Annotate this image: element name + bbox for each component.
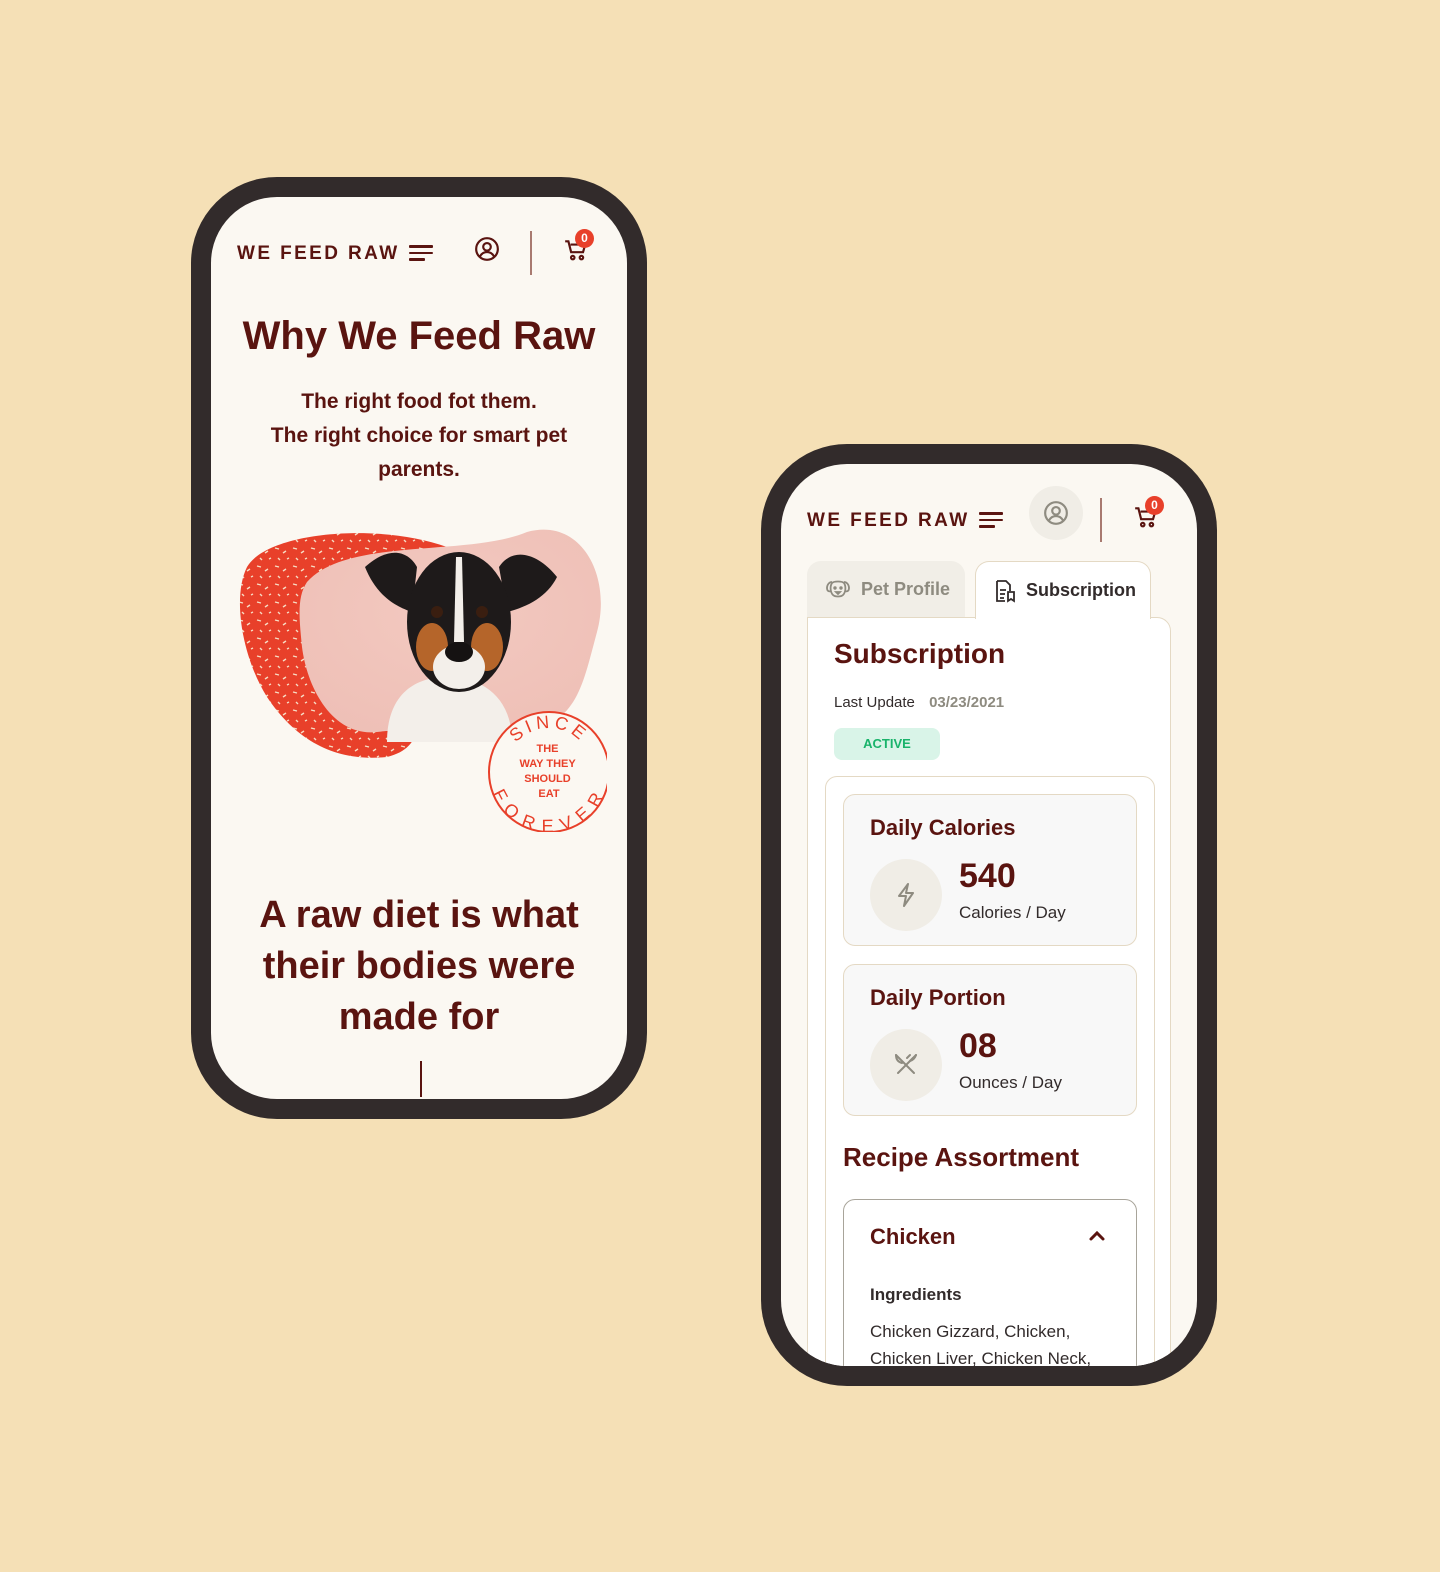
status-badge: ACTIVE [834,728,940,760]
stamp-line: WAY THEY [519,758,576,770]
nav-divider [1100,498,1102,542]
last-update-label: Last Update [834,694,915,711]
menu-icon[interactable] [409,245,433,261]
cart-count-badge: 0 [575,229,594,248]
dog-icon [826,580,850,598]
stat-card-calories: Daily Calories 540 Calories / Day [843,794,1137,946]
phone-screen: WE FEED RAW 0 Pet Profile Subscription S… [781,464,1197,1366]
utensils-icon [895,1054,917,1074]
stat-icon-circle [870,859,942,931]
headline-line: A raw diet is what [259,894,579,936]
document-icon [996,579,1015,603]
stat-unit: Ounces / Day [959,1073,1062,1092]
last-update-date: 03/23/2021 [929,694,1005,711]
hero-title: Why We Feed Raw [242,314,596,358]
last-update: Last Update 03/23/2021 [834,694,1004,711]
tab-label: Subscription [1026,580,1137,600]
recipe-assortment-title: Recipe Assortment [843,1142,1079,1172]
stat-card-portion: Daily Portion 08 Ounces / Day [843,964,1137,1116]
stat-value: 08 [959,1027,997,1065]
phone-mockup-landing: WE FEED RAW 0 Why We Feed Raw The right … [191,177,647,1119]
brand-logo[interactable]: WE FEED RAW [237,243,400,265]
scroll-indicator [420,1061,422,1097]
stat-title: Daily Portion [870,985,1006,1010]
headline-line: their bodies were [262,945,576,987]
top-nav: WE FEED RAW 0 [211,197,627,307]
user-icon [1044,501,1068,525]
phone-screen: WE FEED RAW 0 Why We Feed Raw The right … [211,197,627,1099]
subtitle-line: parents. [378,458,460,481]
lightning-icon [898,883,914,907]
subscription-panel: Subscription Last Update 03/23/2021 ACTI… [807,617,1171,1366]
headline: A raw diet is what their bodies were mad… [231,890,607,1043]
stat-icon-circle [870,1029,942,1101]
ingredients-text: Chicken Gizzard, Chicken, Chicken Liver,… [870,1322,1092,1366]
recipe-name: Chicken [870,1224,956,1249]
menu-icon[interactable] [979,512,1003,528]
stamp-line: SHOULD [524,773,571,785]
dog-hero-illustration: SINCE FOREVER THE WAY THEY SHOULD EAT [239,529,607,832]
user-icon [475,237,499,261]
section-title: Subscription [834,638,1006,669]
chevron-up-icon[interactable] [1088,1230,1106,1242]
hero-subtitle: The right food fot them. The right choic… [241,385,597,487]
tab-subscription[interactable]: Subscription [975,561,1151,619]
nav-divider [530,231,532,275]
stamp-line: EAT [538,788,559,800]
profile-tabs: Pet Profile Subscription [807,561,1171,619]
stat-title: Daily Calories [870,815,1016,840]
stamp-line: THE [536,743,558,755]
phone-mockup-subscription: WE FEED RAW 0 Pet Profile Subscription S… [761,444,1217,1386]
top-nav: WE FEED RAW 0 [781,464,1197,574]
stat-unit: Calories / Day [959,903,1066,922]
tab-pet-profile[interactable]: Pet Profile [807,561,965,617]
stats-container: Daily Calories 540 Calories / Day Daily … [825,776,1155,1366]
subtitle-line: The right food fot them. [301,390,537,413]
recipe-accordion[interactable]: Chicken Ingredients Chicken Gizzard, Chi… [843,1199,1137,1366]
headline-line: made for [338,996,500,1038]
since-forever-stamp: SINCE FOREVER THE WAY THEY SHOULD EAT [488,711,607,832]
account-button[interactable] [469,231,505,267]
brand-logo[interactable]: WE FEED RAW [807,510,970,532]
cart-count-badge: 0 [1145,496,1164,515]
account-button[interactable] [1029,486,1083,540]
subtitle-line: The right choice for smart pet [270,424,568,447]
tab-label: Pet Profile [861,578,951,599]
stat-value: 540 [959,857,1016,895]
ingredients-label: Ingredients [870,1285,962,1304]
